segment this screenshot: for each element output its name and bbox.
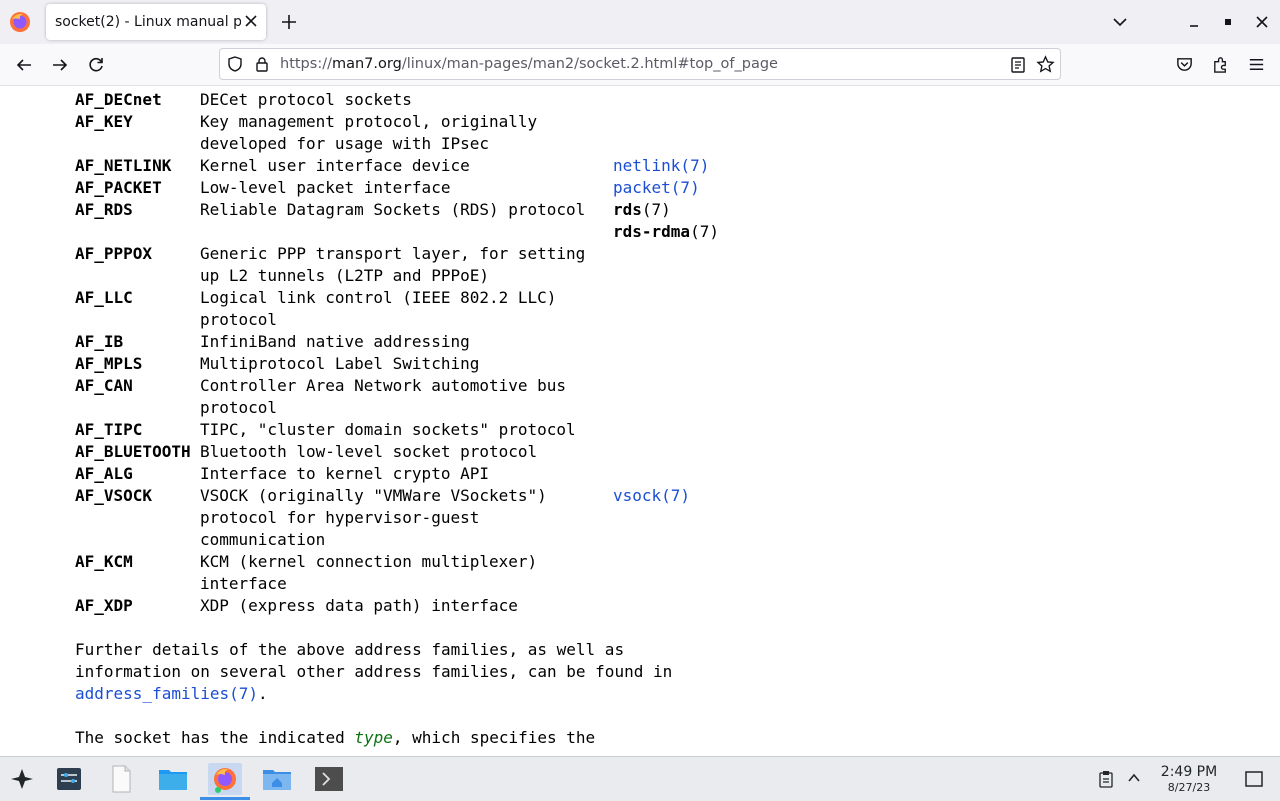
extensions-puzzle-icon[interactable] — [1211, 55, 1230, 74]
application-launcher-icon[interactable] — [5, 763, 39, 795]
address-family-description: developed for usage with IPsec — [200, 134, 489, 153]
see-also-reference[interactable]: rds-rdma(7) — [613, 221, 719, 243]
address-family-description: protocol for hypervisor-guest — [200, 508, 480, 527]
paragraph-punctuation: . — [258, 684, 268, 703]
maximize-window-icon[interactable] — [1219, 13, 1237, 31]
address-family-name: AF_PACKET — [75, 178, 162, 197]
address-family-description: KCM (kernel connection multiplexer) — [200, 552, 538, 571]
address-family-description: TIPC, "cluster domain sockets" protocol — [200, 420, 576, 439]
address-family-name: AF_CAN — [75, 376, 133, 395]
address-family-description: DECet protocol sockets — [200, 90, 412, 109]
address-family-description: Key management protocol, originally — [200, 112, 538, 131]
reference-page-name: rds — [613, 200, 642, 219]
home-folder-icon[interactable] — [260, 763, 294, 795]
lock-icon[interactable] — [253, 55, 271, 73]
text-document-icon[interactable] — [104, 763, 138, 795]
url-scheme: https:// — [280, 56, 332, 72]
url-path: /linux/man-pages/man2/socket.2.html#top_… — [401, 56, 778, 72]
list-all-tabs-chevron-icon[interactable] — [1111, 13, 1129, 31]
reference-section: (7) — [641, 200, 671, 219]
address-family-description: communication — [200, 530, 326, 549]
address-family-name: AF_MPLS — [75, 354, 143, 373]
navigation-toolbar: https://man7.org/linux/man-pages/man2/so… — [0, 44, 1280, 86]
see-also-link[interactable]: netlink(7) — [613, 155, 709, 177]
close-tab-icon[interactable] — [243, 13, 259, 29]
url-bar[interactable]: https://man7.org/linux/man-pages/man2/so… — [219, 48, 1061, 80]
address-family-description: Generic PPP transport layer, for setting — [200, 244, 586, 263]
address-family-description: VSOCK (originally "VMWare VSockets") — [200, 486, 547, 505]
address-family-name: AF_BLUETOOTH — [75, 442, 191, 461]
paragraph-text: The socket has the indicated — [75, 728, 355, 747]
address-family-description: InfiniBand native addressing — [200, 332, 470, 351]
address-family-description: Controller Area Network automotive bus — [200, 376, 567, 395]
address-family-name: AF_KCM — [75, 552, 133, 571]
show-hidden-icons-chevron-icon[interactable] — [1127, 771, 1141, 785]
paragraph-line: address_families(7). — [75, 683, 268, 705]
address-family-description: Low-level packet interface — [200, 178, 451, 197]
manual-page-content: AF_DECnet DECet protocol sockets AF_KEY Key… — [0, 86, 1280, 756]
taskbar: 2:49 PM 8/27/23 — [0, 756, 1280, 801]
address-family-name: AF_LLC — [75, 288, 133, 307]
address-family-description: up L2 tunnels (L2TP and PPPoE) — [200, 266, 489, 285]
url-host: man7.org — [331, 56, 402, 72]
address-family-description: Reliable Datagram Sockets (RDS) protocol — [200, 200, 586, 219]
tracking-protection-shield-icon[interactable] — [226, 55, 244, 73]
show-desktop-icon[interactable] — [1244, 769, 1264, 789]
address-family-name: AF_XDP — [75, 596, 133, 615]
paragraph-line: The socket has the indicated type, which… — [75, 727, 595, 749]
see-also-link[interactable]: packet(7) — [613, 177, 700, 199]
reference-section: (7) — [690, 222, 719, 241]
address-family-description: interface — [200, 574, 287, 593]
address-family-name: AF_PPPOX — [75, 244, 153, 263]
address-family-name: AF_DECnet — [75, 90, 162, 109]
address-family-description: Interface to kernel crypto API — [200, 464, 489, 483]
clipboard-icon[interactable] — [1098, 770, 1114, 788]
reader-view-icon[interactable] — [1009, 56, 1027, 74]
firefox-taskbar-icon[interactable] — [208, 763, 242, 795]
address-family-name: AF_RDS — [75, 200, 133, 219]
clock-date[interactable]: 8/27/23 — [1152, 781, 1226, 794]
address-family-description: protocol — [200, 310, 278, 329]
address-family-name: AF_NETLINK — [75, 156, 172, 175]
reload-icon[interactable] — [86, 55, 106, 75]
hamburger-menu-icon[interactable] — [1247, 55, 1266, 74]
terminal-icon[interactable] — [312, 763, 346, 795]
file-manager-folder-icon[interactable] — [156, 763, 190, 795]
tab-title: socket(2) - Linux manual page — [55, 14, 241, 30]
type-argument: type — [354, 728, 393, 747]
tab-bar: socket(2) - Linux manual page — [0, 0, 1280, 44]
address-family-description: Multiprotocol Label Switching — [200, 354, 480, 373]
address-family-name: AF_KEY — [75, 112, 133, 131]
clock-time[interactable]: 2:49 PM — [1152, 764, 1226, 780]
reference-page-name: rds-rdma — [613, 222, 691, 241]
address-families-link[interactable]: address_families(7) — [75, 684, 258, 703]
system-settings-icon[interactable] — [52, 763, 86, 795]
address-family-name: AF_IB — [75, 332, 124, 351]
address-family-description: Logical link control (IEEE 802.2 LLC) — [200, 288, 557, 307]
address-family-description: XDP (express data path) interface — [200, 596, 518, 615]
bookmark-star-icon[interactable] — [1036, 55, 1055, 74]
address-family-name: AF_ALG — [75, 464, 133, 483]
url-text[interactable]: https://man7.org/linux/man-pages/man2/so… — [280, 56, 778, 72]
tab-socket-manual[interactable]: socket(2) - Linux manual page — [46, 4, 266, 40]
address-family-description: Kernel user interface device — [200, 156, 470, 175]
firefox-icon[interactable] — [9, 11, 31, 33]
minimize-window-icon[interactable] — [1185, 13, 1203, 31]
back-arrow-icon[interactable] — [14, 55, 34, 75]
pocket-icon[interactable] — [1175, 55, 1194, 74]
address-family-description: protocol — [200, 398, 278, 417]
close-window-icon[interactable] — [1253, 13, 1271, 31]
new-tab-plus-icon[interactable] — [280, 13, 298, 31]
paragraph-line: Further details of the above address fam… — [75, 640, 625, 659]
forward-arrow-icon[interactable] — [50, 55, 70, 75]
see-also-link[interactable]: vsock(7) — [613, 485, 690, 507]
paragraph-line: information on several other address fam… — [75, 662, 673, 681]
paragraph-text: , which specifies the — [392, 728, 596, 747]
address-family-description: Bluetooth low-level socket protocol — [200, 442, 538, 461]
address-family-name: AF_VSOCK — [75, 486, 153, 505]
see-also-reference[interactable]: rds(7) — [613, 199, 671, 221]
address-family-name: AF_TIPC — [75, 420, 143, 439]
